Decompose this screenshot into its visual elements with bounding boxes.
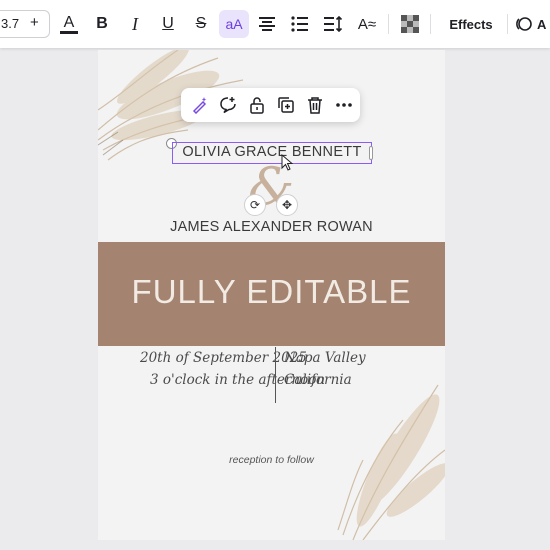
line-spacing-icon — [324, 16, 343, 32]
animate-label: A — [537, 16, 547, 32]
align-button[interactable] — [255, 10, 279, 38]
toolbar-divider — [507, 14, 508, 34]
duplicate-button[interactable] — [274, 93, 298, 117]
trash-icon — [308, 97, 322, 114]
more-icon — [336, 103, 352, 107]
underline-icon: U — [162, 15, 174, 32]
rotate-icon[interactable]: ⟳ — [244, 194, 266, 216]
list-button[interactable] — [288, 10, 312, 38]
text-color-icon: A — [60, 14, 78, 34]
groom-name-text[interactable]: JAMES ALEXANDER ROWAN — [98, 219, 445, 235]
lock-icon — [250, 97, 264, 114]
delete-button[interactable] — [303, 93, 327, 117]
underline-button[interactable]: U — [156, 10, 180, 38]
font-size-value[interactable]: 3.7 — [1, 16, 19, 31]
vertical-divider — [275, 347, 276, 403]
venue-state-text[interactable]: California — [284, 372, 352, 388]
banner-text[interactable]: FULLY EDITABLE — [98, 273, 445, 311]
letter-case-button[interactable]: aA — [219, 10, 249, 38]
move-icon[interactable]: ✥ — [276, 194, 298, 216]
effects-button[interactable]: Effects — [440, 10, 502, 38]
more-options-button[interactable] — [332, 93, 356, 117]
toolbar-divider — [430, 14, 431, 34]
align-center-icon — [259, 17, 275, 31]
resize-handle[interactable] — [369, 146, 373, 160]
magic-edit-icon — [192, 97, 207, 114]
spacing-button[interactable] — [321, 10, 345, 38]
svg-text:A: A — [64, 14, 75, 31]
font-size-increase-button[interactable]: + — [30, 14, 39, 31]
text-toolbar: 3.7 + A B I U S aA A≈ Effects A — [0, 0, 550, 48]
strikethrough-button[interactable]: S — [189, 10, 213, 38]
text-effects-button[interactable]: A≈ — [354, 10, 380, 38]
font-style-icon: A≈ — [357, 15, 377, 33]
animate-button[interactable]: A — [515, 10, 550, 38]
comment-icon — [220, 97, 236, 114]
bold-button[interactable]: B — [90, 10, 114, 38]
context-toolbar — [181, 88, 360, 122]
bold-icon: B — [96, 15, 108, 32]
venue-text[interactable]: Napa Valley — [284, 350, 366, 366]
italic-icon: I — [132, 13, 138, 34]
strikethrough-icon: S — [195, 15, 207, 32]
italic-button[interactable]: I — [123, 10, 147, 38]
font-size-stepper[interactable]: 3.7 + — [0, 10, 50, 38]
toolbar-divider — [388, 14, 389, 34]
bullet-list-icon — [291, 16, 308, 32]
animate-icon — [516, 17, 532, 31]
transparency-icon — [401, 15, 419, 33]
letter-case-icon: aA — [225, 16, 243, 32]
date-text[interactable]: 20th of September 2025 — [140, 350, 307, 366]
mouse-cursor-icon — [281, 154, 293, 171]
magic-edit-button[interactable] — [188, 93, 212, 117]
comment-button[interactable] — [216, 93, 240, 117]
lock-button[interactable] — [245, 93, 269, 117]
design-page[interactable]: OLIVIA GRACE BENNETT & ⟳ ✥ JAMES ALEXAND… — [98, 50, 445, 540]
transparency-button[interactable] — [398, 10, 422, 38]
duplicate-icon — [278, 97, 294, 113]
text-color-button[interactable]: A — [56, 10, 82, 38]
reception-text[interactable]: reception to follow — [98, 454, 445, 466]
